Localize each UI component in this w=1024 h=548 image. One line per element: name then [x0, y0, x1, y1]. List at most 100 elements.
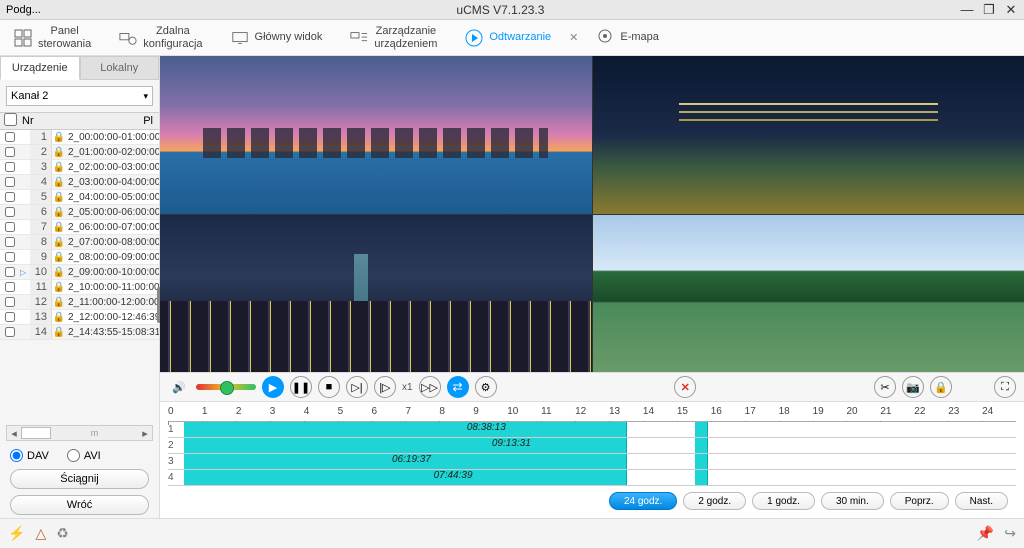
- zoom-30m[interactable]: 30 min.: [821, 492, 884, 510]
- play-button[interactable]: ▶: [262, 376, 284, 398]
- file-checkbox[interactable]: [5, 177, 15, 187]
- file-row[interactable]: 8 🔒 2_07:00:00-08:00:00: [0, 235, 159, 250]
- col-nr: Nr: [20, 115, 44, 127]
- nav-remote-config[interactable]: Zdalna konfiguracja: [105, 20, 216, 55]
- file-index: 9: [30, 250, 52, 264]
- video-cell-2[interactable]: [593, 56, 1024, 214]
- file-checkbox[interactable]: [5, 192, 15, 202]
- snapshot-button[interactable]: 📷: [902, 376, 924, 398]
- select-all-checkbox[interactable]: [4, 113, 17, 126]
- volume-icon[interactable]: 🔊: [168, 376, 190, 398]
- file-name: 2_04:00:00-05:00:00: [66, 192, 159, 203]
- volume-slider[interactable]: [196, 384, 256, 390]
- timeline-row-1[interactable]: 108:38:13: [168, 422, 1016, 438]
- timeline: 0123456789101112131415161718192021222324…: [160, 402, 1024, 518]
- file-row[interactable]: 9 🔒 2_08:00:00-09:00:00: [0, 250, 159, 265]
- file-row[interactable]: 1 🔒 2_00:00:00-01:00:00: [0, 130, 159, 145]
- cut-button[interactable]: ✂: [874, 376, 896, 398]
- nav-label: Główny widok: [255, 31, 323, 43]
- scroll-left-icon[interactable]: ◂: [7, 427, 21, 440]
- close-all-button[interactable]: ✕: [674, 376, 696, 398]
- file-row[interactable]: 7 🔒 2_06:00:00-07:00:00: [0, 220, 159, 235]
- file-checkbox[interactable]: [5, 147, 15, 157]
- nav-emap[interactable]: E-mapa: [582, 20, 673, 55]
- file-row[interactable]: 2 🔒 2_01:00:00-02:00:00: [0, 145, 159, 160]
- nav-playback[interactable]: Odtwarzanie: [451, 20, 565, 55]
- video-cell-1[interactable]: [160, 56, 592, 214]
- sync-button[interactable]: ⇄: [447, 376, 469, 398]
- file-list-header: Nr Pl: [0, 112, 159, 130]
- file-checkbox[interactable]: [5, 252, 15, 262]
- lock-icon: 🔒: [52, 177, 66, 188]
- zoom-1h[interactable]: 1 godz.: [752, 492, 815, 510]
- file-checkbox[interactable]: [5, 222, 15, 232]
- minimize-button[interactable]: —: [960, 3, 974, 17]
- file-checkbox[interactable]: [5, 162, 15, 172]
- file-index: 4: [30, 175, 52, 189]
- nav-control-panel[interactable]: Panel sterowania: [0, 20, 105, 55]
- next-frame-button[interactable]: ▷|: [346, 376, 368, 398]
- file-checkbox[interactable]: [5, 282, 15, 292]
- stop-button[interactable]: ■: [318, 376, 340, 398]
- timeline-row-4[interactable]: 407:44:39: [168, 470, 1016, 486]
- timeline-ruler[interactable]: 0123456789101112131415161718192021222324: [168, 406, 1016, 422]
- file-index: 6: [30, 205, 52, 219]
- pin-icon[interactable]: 📌: [977, 525, 994, 542]
- fullscreen-button[interactable]: ⛶: [994, 376, 1016, 398]
- pause-button[interactable]: ❚❚: [290, 376, 312, 398]
- file-checkbox[interactable]: [5, 297, 15, 307]
- download-button[interactable]: Ściągnij: [10, 469, 149, 489]
- logout-icon[interactable]: ↪: [1004, 525, 1016, 542]
- slow-button[interactable]: |▷: [374, 376, 396, 398]
- lock-button[interactable]: 🔒: [930, 376, 952, 398]
- settings-icon[interactable]: ⚙: [475, 376, 497, 398]
- file-row[interactable]: 13 🔒 2_12:00:00-12:46:39: [0, 310, 159, 325]
- channel-select[interactable]: Kanał 2 ▾: [6, 86, 153, 106]
- lock-icon: 🔒: [52, 192, 66, 203]
- alarm-icon[interactable]: ⚡: [8, 525, 25, 542]
- zoom-2h[interactable]: 2 godz.: [683, 492, 746, 510]
- file-checkbox[interactable]: [5, 207, 15, 217]
- tab-local[interactable]: Lokalny: [80, 56, 160, 80]
- maximize-button[interactable]: ❐: [982, 3, 996, 17]
- file-checkbox[interactable]: [5, 267, 15, 277]
- file-row[interactable]: 11 🔒 2_10:00:00-11:00:00: [0, 280, 159, 295]
- monitor-icon: [231, 29, 249, 47]
- scroll-right-icon[interactable]: ▸: [138, 427, 152, 440]
- file-checkbox[interactable]: [5, 312, 15, 322]
- fast-button[interactable]: ▷▷: [419, 376, 441, 398]
- file-row[interactable]: 5 🔒 2_04:00:00-05:00:00: [0, 190, 159, 205]
- file-checkbox[interactable]: [5, 237, 15, 247]
- warning-icon[interactable]: △: [35, 525, 46, 542]
- lock-icon: 🔒: [52, 312, 66, 323]
- file-row[interactable]: 12 🔒 2_11:00:00-12:00:00: [0, 295, 159, 310]
- file-row[interactable]: 14 🔒 2_14:43:55-15:08:31: [0, 325, 159, 340]
- tab-close-button[interactable]: ✕: [565, 31, 582, 44]
- close-button[interactable]: ✕: [1004, 3, 1018, 17]
- radio-dav[interactable]: DAV: [10, 449, 49, 462]
- timeline-row-2[interactable]: 209:13:31: [168, 438, 1016, 454]
- zoom-next[interactable]: Nast.: [955, 492, 1008, 510]
- file-row[interactable]: 6 🔒 2_05:00:00-06:00:00: [0, 205, 159, 220]
- recycle-icon[interactable]: ♻: [56, 525, 69, 542]
- file-row[interactable]: 4 🔒 2_03:00:00-04:00:00: [0, 175, 159, 190]
- radio-avi[interactable]: AVI: [67, 449, 101, 462]
- lock-icon: 🔒: [52, 282, 66, 293]
- file-row[interactable]: 3 🔒 2_02:00:00-03:00:00: [0, 160, 159, 175]
- scroll-thumb[interactable]: [21, 427, 51, 439]
- zoom-prev[interactable]: Poprz.: [890, 492, 949, 510]
- tab-device[interactable]: Urządzenie: [0, 56, 80, 80]
- zoom-24h[interactable]: 24 godz.: [609, 492, 677, 510]
- file-index: 13: [30, 310, 52, 324]
- file-row[interactable]: ▷ 10 🔒 2_09:00:00-10:00:00: [0, 265, 159, 280]
- file-name: 2_14:43:55-15:08:31: [66, 327, 159, 338]
- video-cell-4[interactable]: [593, 215, 1024, 373]
- video-cell-3[interactable]: [160, 215, 592, 373]
- back-button[interactable]: Wróć: [10, 495, 149, 515]
- file-checkbox[interactable]: [5, 327, 15, 337]
- nav-device-manage[interactable]: Zarządzanie urządzeniem: [336, 20, 451, 55]
- h-scrollbar[interactable]: ◂ m ▸: [6, 425, 153, 441]
- timeline-row-3[interactable]: 306:19:37: [168, 454, 1016, 470]
- file-checkbox[interactable]: [5, 132, 15, 142]
- nav-main-view[interactable]: Główny widok: [217, 20, 337, 55]
